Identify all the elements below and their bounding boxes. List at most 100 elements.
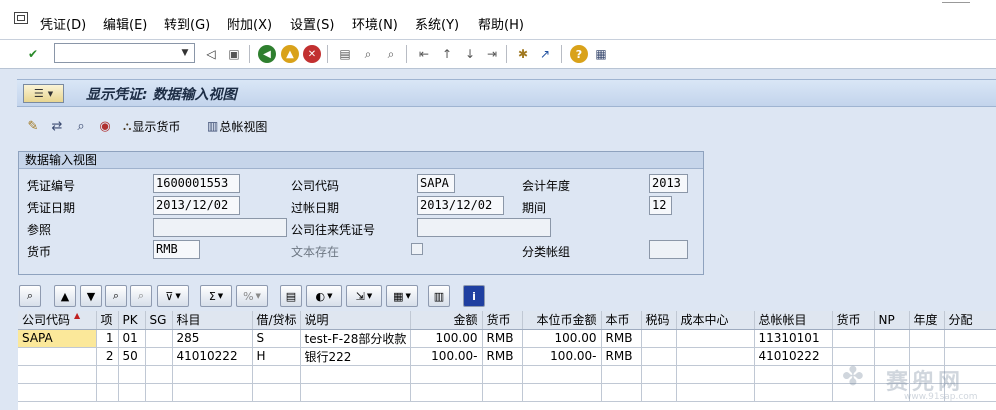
currency-field[interactable]: RMB xyxy=(153,240,200,259)
column-header[interactable]: 金额 xyxy=(410,311,483,330)
table-cell[interactable]: test-F-28部分收款 xyxy=(300,329,411,348)
table-cell[interactable] xyxy=(641,347,677,366)
cross-cc-number-field[interactable] xyxy=(417,218,551,237)
find-next-icon[interactable]: ⌕ xyxy=(130,285,152,307)
table-cell[interactable]: 100.00- xyxy=(410,347,483,366)
edit-pencil-icon[interactable]: ✎ xyxy=(24,117,42,135)
table-row[interactable]: SAPA 1 01 285 S test-F-28部分收款 100.00 RMB… xyxy=(18,329,996,348)
table-cell[interactable]: 银行222 xyxy=(300,347,411,366)
reference-field[interactable] xyxy=(153,218,287,237)
column-header[interactable]: 本位币金额 xyxy=(522,311,602,330)
table-cell[interactable]: 1 xyxy=(96,329,119,348)
window-controls[interactable] xyxy=(942,2,970,8)
previous-page-icon[interactable]: ↑ xyxy=(438,45,456,63)
column-header[interactable]: 借/贷标 xyxy=(252,311,301,330)
switch-document-icon[interactable]: ⇄ xyxy=(48,117,66,135)
find-icon[interactable]: ⌕ xyxy=(359,45,377,63)
column-header[interactable]: 货币 xyxy=(482,311,523,330)
details-icon[interactable]: ⌕ xyxy=(19,285,41,307)
print-preview-icon[interactable]: ▤ xyxy=(280,285,302,307)
column-header[interactable]: 总帐帐目 xyxy=(754,311,833,330)
chevron-down-icon[interactable]: ▼ xyxy=(176,44,194,62)
command-input[interactable] xyxy=(57,45,175,61)
table-cell[interactable]: SAPA xyxy=(18,329,97,348)
table-cell[interactable] xyxy=(641,329,677,348)
display-overview-icon[interactable]: ⌕ xyxy=(72,117,90,135)
column-header[interactable]: 公司代码 ▲ xyxy=(18,311,97,330)
table-cell[interactable]: 41010222 xyxy=(754,347,833,366)
column-header[interactable]: 成本中心 xyxy=(676,311,755,330)
table-cell[interactable]: H xyxy=(252,347,301,366)
table-cell[interactable]: 285 xyxy=(172,329,253,348)
back-green-icon[interactable]: ◀ xyxy=(258,45,276,63)
menu-settings[interactable]: 设置(S) xyxy=(290,14,334,33)
column-header[interactable]: SG xyxy=(145,311,173,330)
column-header[interactable]: 货币 xyxy=(832,311,875,330)
window-menu-icon[interactable] xyxy=(14,12,28,24)
menu-goto[interactable]: 转到(G) xyxy=(164,14,210,33)
table-cell[interactable]: 100.00 xyxy=(522,329,602,348)
doc-date-field[interactable]: 2013/12/02 xyxy=(153,196,240,215)
table-cell[interactable]: S xyxy=(252,329,301,348)
table-cell[interactable]: 11310101 xyxy=(754,329,833,348)
table-cell[interactable] xyxy=(676,329,755,348)
exit-icon[interactable]: ▲ xyxy=(281,45,299,63)
table-cell[interactable]: 41010222 xyxy=(172,347,253,366)
column-header[interactable]: 说明 xyxy=(300,311,411,330)
table-cell[interactable] xyxy=(874,347,910,366)
next-page-icon[interactable]: ↓ xyxy=(461,45,479,63)
company-code-field[interactable]: SAPA xyxy=(417,174,455,193)
customize-layout-icon[interactable]: ▦ xyxy=(592,45,610,63)
table-cell[interactable] xyxy=(832,347,875,366)
info-icon[interactable]: i xyxy=(463,285,485,307)
create-session-icon[interactable]: ✱ xyxy=(514,45,532,63)
graphic-icon[interactable]: ▥ xyxy=(428,285,450,307)
screen-menu-button[interactable]: ☰ ▼ xyxy=(23,84,64,103)
first-page-icon[interactable]: ⇤ xyxy=(415,45,433,63)
command-field[interactable]: ▼ xyxy=(54,43,195,63)
doc-number-field[interactable]: 1600001553 xyxy=(153,174,240,193)
menu-extras[interactable]: 附加(X) xyxy=(227,14,272,33)
table-cell[interactable] xyxy=(944,347,996,366)
print-icon[interactable]: ▤ xyxy=(336,45,354,63)
table-cell[interactable]: 01 xyxy=(118,329,146,348)
back-icon[interactable]: ◁ xyxy=(202,45,220,63)
table-cell[interactable] xyxy=(944,329,996,348)
column-header[interactable]: 年度 xyxy=(909,311,945,330)
table-cell[interactable]: RMB xyxy=(482,329,523,348)
options-icon[interactable]: ◉ xyxy=(96,117,114,135)
views-icon[interactable]: ◐ ▼ xyxy=(306,285,342,307)
export-icon[interactable]: ⇲ ▼ xyxy=(346,285,382,307)
column-header[interactable]: NP xyxy=(874,311,910,330)
sort-descending-icon[interactable]: ▼ xyxy=(80,285,102,307)
table-cell[interactable]: 100.00 xyxy=(410,329,483,348)
help-icon[interactable]: ? xyxy=(570,45,588,63)
table-cell[interactable] xyxy=(145,347,173,366)
table-cell[interactable] xyxy=(909,329,945,348)
general-ledger-view-button[interactable]: ▥ 总帐视图 xyxy=(207,116,267,136)
total-icon[interactable]: Σ ▼ xyxy=(200,285,232,307)
table-cell[interactable]: 2 xyxy=(96,347,119,366)
menu-help[interactable]: 帮助(H) xyxy=(478,14,524,33)
filter-icon[interactable]: ⊽ ▼ xyxy=(157,285,189,307)
period-field[interactable]: 12 xyxy=(649,196,672,215)
ledger-group-field[interactable] xyxy=(649,240,688,259)
layout-icon[interactable]: ▦ ▼ xyxy=(386,285,418,307)
find-icon[interactable]: ⌕ xyxy=(105,285,127,307)
column-header[interactable]: 税码 xyxy=(641,311,677,330)
table-cell[interactable] xyxy=(145,329,173,348)
save-icon[interactable]: ▣ xyxy=(225,45,243,63)
menu-environment[interactable]: 环境(N) xyxy=(352,14,398,33)
subtotal-icon[interactable]: % ▼ xyxy=(236,285,268,307)
column-header[interactable]: PK xyxy=(118,311,146,330)
cancel-icon[interactable]: ✕ xyxy=(303,45,321,63)
column-header[interactable]: 本币 xyxy=(601,311,642,330)
table-cell[interactable] xyxy=(874,329,910,348)
table-cell[interactable]: RMB xyxy=(601,329,642,348)
table-cell[interactable] xyxy=(18,347,97,366)
enter-icon[interactable]: ✔ xyxy=(24,45,42,63)
table-cell[interactable]: 50 xyxy=(118,347,146,366)
table-row[interactable]: 2 50 41010222 H 银行222 100.00- RMB 100.00… xyxy=(18,347,996,366)
display-currency-button[interactable]: ⛬ 显示货币 xyxy=(123,116,180,136)
posting-date-field[interactable]: 2013/12/02 xyxy=(417,196,504,215)
